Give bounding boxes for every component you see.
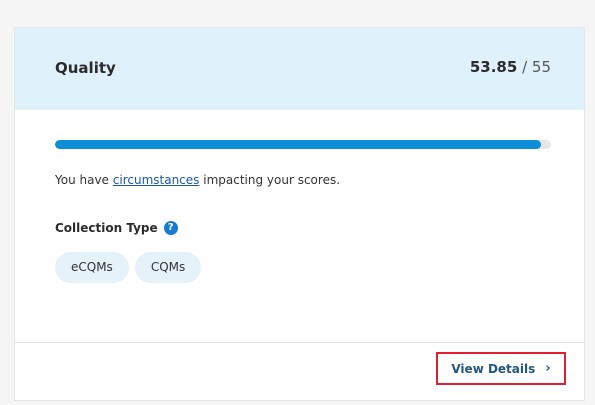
circumstances-prefix: You have: [55, 173, 113, 187]
circumstances-suffix: impacting your scores.: [199, 173, 341, 187]
footer-divider: [15, 342, 584, 343]
chip-cqms: CQMs: [134, 252, 202, 283]
view-details-button[interactable]: View Details ›: [436, 352, 566, 385]
score-max: 55: [531, 58, 551, 76]
collection-type-chips: eCQMs CQMs: [55, 252, 202, 283]
circumstances-link[interactable]: circumstances: [113, 173, 200, 187]
card-header: Quality 53.85 / 55: [15, 28, 584, 110]
score-progress-fill: [55, 140, 541, 149]
collection-type-title: Collection Type: [55, 221, 158, 235]
chevron-right-icon: ›: [545, 361, 551, 376]
quality-card: Quality 53.85 / 55 You have circumstance…: [14, 27, 585, 401]
score-value: 53.85: [469, 58, 518, 76]
collection-type-label: Collection Type ?: [55, 221, 178, 235]
score-progress-bar: [55, 140, 551, 149]
score-display: 53.85 / 55: [470, 58, 551, 76]
card-title: Quality: [55, 59, 116, 77]
help-question-icon[interactable]: ?: [163, 221, 178, 235]
circumstances-message: You have circumstances impacting your sc…: [55, 173, 340, 187]
view-details-label: View Details: [451, 361, 536, 376]
chip-ecqms: eCQMs: [55, 252, 129, 283]
score-separator: /: [522, 58, 528, 76]
